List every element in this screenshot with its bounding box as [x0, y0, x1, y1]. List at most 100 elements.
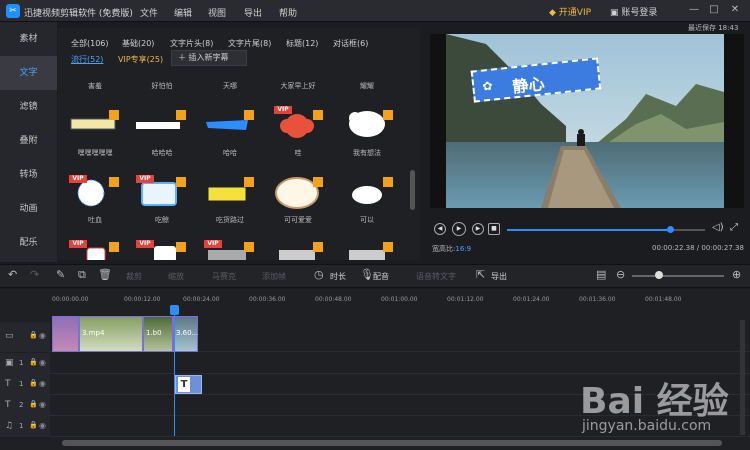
badge-icon: ✿ — [481, 78, 494, 94]
aspect-ratio[interactable]: 宽高比:16:9 — [432, 244, 471, 254]
video-clip[interactable]: 3.mp4 — [79, 316, 143, 352]
menu-export[interactable]: 导出 — [244, 6, 262, 19]
template-thumb[interactable]: VIP — [136, 175, 186, 209]
template-label: 哈哈哈 — [151, 149, 173, 157]
login-button[interactable]: ▣ 账号登录 — [610, 5, 657, 18]
category-basic[interactable]: 基础(20) — [122, 38, 154, 49]
redo-icon[interactable]: ↷ — [30, 268, 39, 281]
lock-icon[interactable]: 🔒 — [29, 379, 38, 387]
seek-bar-handle[interactable] — [667, 226, 674, 233]
template-thumb[interactable]: VIP — [273, 106, 323, 140]
edit-icon[interactable]: ✎ — [56, 268, 65, 281]
sidebar-item-text[interactable]: 文字 — [0, 56, 57, 90]
playhead[interactable] — [174, 306, 175, 436]
speech-to-text-button[interactable]: 语音转文字 — [416, 271, 456, 282]
template-thumb[interactable] — [204, 106, 254, 140]
timeline-horizontal-scrollbar[interactable] — [62, 440, 722, 446]
tab-vip[interactable]: VIP专享(25) — [118, 54, 163, 65]
add-frame-button[interactable]: 添加帧 — [262, 271, 286, 282]
eye-icon[interactable]: ◉ — [39, 421, 46, 430]
template-thumb[interactable]: VIP — [69, 175, 119, 209]
zoom-out-icon[interactable]: ⊖ — [616, 268, 625, 281]
template-thumb[interactable] — [343, 175, 393, 209]
watermark-url: jingyan.baidu.com — [582, 418, 712, 434]
seek-bar-progress[interactable] — [507, 229, 670, 231]
export-button[interactable]: 导出 — [491, 271, 507, 282]
timeline-vertical-scrollbar[interactable] — [740, 320, 745, 435]
sidebar-item-animation[interactable]: 动画 — [0, 192, 57, 226]
text-library: 全部(106) 基础(20) 文字片头(8) 文字片尾(8) 标题(12) 对话… — [58, 28, 420, 260]
maximize-icon[interactable]: □ — [707, 4, 721, 15]
menu-help[interactable]: 帮助 — [279, 6, 297, 19]
lock-icon[interactable]: 🔒 — [29, 400, 38, 408]
category-dialog[interactable]: 对话框(6) — [333, 38, 368, 49]
category-ending[interactable]: 文字片尾(8) — [228, 38, 271, 49]
prev-frame-button[interactable]: ◀ — [434, 223, 446, 235]
fit-icon[interactable]: ▤ — [596, 268, 606, 281]
sidebar: 素材 文字 滤镜 叠附 转场 动画 配乐 — [0, 22, 57, 262]
template-label: 耀耀 — [360, 82, 374, 90]
template-thumb[interactable]: VIP — [204, 240, 254, 260]
template-thumb[interactable] — [343, 106, 393, 140]
text-clip[interactable]: T — [175, 375, 202, 394]
lock-icon[interactable]: 🔒 — [29, 358, 38, 366]
category-opening[interactable]: 文字片头(8) — [170, 38, 213, 49]
time-ruler[interactable]: 00:00:00.00 00:00:12.00 00:00:24.00 00:0… — [52, 296, 746, 312]
undo-icon[interactable]: ↶ — [8, 268, 17, 281]
eye-icon[interactable]: ◉ — [39, 379, 46, 388]
vip-button[interactable]: ◆ 开通VIP — [549, 5, 591, 18]
eye-icon[interactable]: ◉ — [39, 400, 46, 409]
template-thumb[interactable]: VIP — [69, 240, 119, 260]
sidebar-item-music[interactable]: 配乐 — [0, 226, 57, 260]
close-icon[interactable]: ✕ — [728, 4, 742, 15]
library-scrollbar[interactable] — [410, 170, 415, 210]
delete-icon[interactable]: 🗑 — [98, 268, 112, 281]
template-thumb[interactable] — [69, 106, 119, 140]
template-thumb[interactable] — [273, 175, 323, 209]
lock-icon[interactable]: 🔒 — [29, 331, 38, 339]
play-button[interactable]: ▶ — [452, 222, 466, 236]
minimize-icon[interactable]: — — [687, 4, 701, 15]
eye-icon[interactable]: ◉ — [39, 331, 46, 340]
ruler-tick: 00:00:48.00 — [315, 296, 352, 303]
seek-bar-track[interactable] — [670, 229, 705, 231]
insert-subtitle-button[interactable]: ＋ 插入新字幕 — [171, 50, 247, 66]
sidebar-item-overlay[interactable]: 叠附 — [0, 124, 57, 158]
fullscreen-icon[interactable]: ⤢ — [730, 222, 738, 233]
zoom-slider-track[interactable] — [632, 275, 724, 277]
menu-file[interactable]: 文件 — [140, 6, 158, 19]
crop-button[interactable]: 裁剪 — [126, 271, 142, 282]
dub-button[interactable]: 配音 — [373, 271, 389, 282]
menu-view[interactable]: 视图 — [208, 6, 226, 19]
menu-edit[interactable]: 编辑 — [174, 6, 192, 19]
template-thumb[interactable] — [136, 106, 186, 140]
template-thumb[interactable] — [204, 175, 254, 209]
ruler-tick: 00:00:36.00 — [249, 296, 286, 303]
scale-button[interactable]: 缩放 — [168, 271, 184, 282]
template-thumb[interactable]: VIP — [136, 240, 186, 260]
sidebar-item-transition[interactable]: 转场 — [0, 158, 57, 192]
tab-popular[interactable]: 流行(52) — [71, 54, 103, 65]
mosaic-button[interactable]: 马赛克 — [212, 271, 236, 282]
video-clip[interactable] — [52, 316, 79, 352]
category-all[interactable]: 全部(106) — [71, 38, 109, 49]
template-thumb[interactable] — [273, 240, 323, 260]
zoom-in-icon[interactable]: ⊕ — [732, 268, 741, 281]
preview-image: ✿ 静心 — [446, 34, 724, 208]
export-icon: ⇱ — [476, 268, 486, 281]
video-clip[interactable]: 1.b0 — [143, 316, 173, 352]
next-frame-button[interactable]: ▶ — [472, 223, 484, 235]
volume-icon[interactable]: ◁) — [712, 222, 724, 233]
category-title[interactable]: 标题(12) — [286, 38, 318, 49]
duration-button[interactable]: 时长 — [330, 271, 346, 282]
lock-icon[interactable]: 🔒 — [29, 421, 38, 429]
sidebar-item-material[interactable]: 素材 — [0, 22, 57, 56]
eye-icon[interactable]: ◉ — [39, 358, 46, 367]
zoom-slider-handle[interactable] — [655, 271, 663, 279]
stop-button[interactable]: ■ — [488, 223, 500, 235]
sidebar-item-filter[interactable]: 滤镜 — [0, 90, 57, 124]
video-clip[interactable]: 3.60... — [173, 316, 198, 352]
template-thumb[interactable] — [343, 240, 393, 260]
track-number: 1 — [19, 422, 24, 430]
copy-icon[interactable]: ⧉ — [78, 268, 86, 282]
